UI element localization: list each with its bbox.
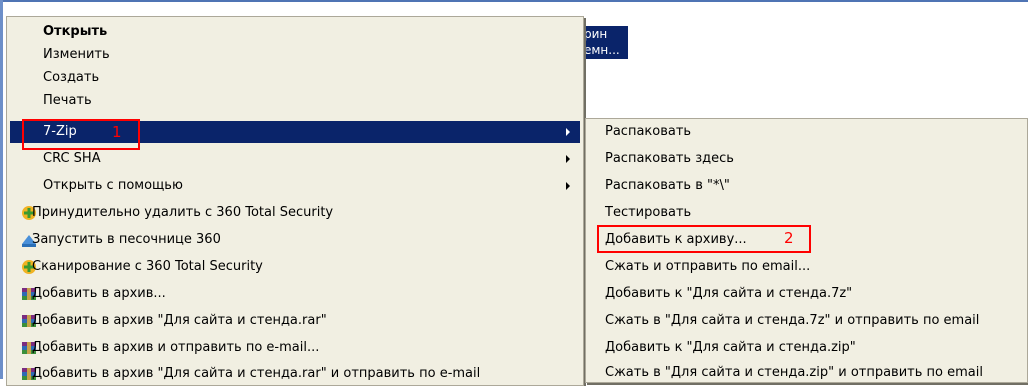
- submenu-arrow-icon: [566, 128, 570, 136]
- menu-item-label: Создать: [43, 70, 100, 85]
- window-top-border: [0, 0, 1028, 2]
- annotation-number-2: 2: [784, 229, 794, 247]
- menu-item-label: Сжать и отправить по email...: [605, 259, 811, 274]
- menu-item-label: Сканирование с 360 Total Security: [32, 259, 263, 274]
- menu-item-label: Распаковать: [605, 124, 692, 139]
- menu-item-label: Добавить в архив...: [32, 286, 166, 301]
- submenu-item-compress-email[interactable]: Сжать и отправить по email...: [589, 256, 1024, 278]
- submenu-item-extract-here[interactable]: Распаковать здесь: [589, 148, 1024, 170]
- menu-item-label: Сжать в "Для сайта и стенда.zip" и отпра…: [605, 365, 983, 380]
- submenu-arrow-icon: [566, 155, 570, 163]
- menu-item-label: Добавить в архив и отправить по e-mail..…: [32, 340, 320, 355]
- menu-item-open-with[interactable]: Открыть с помощью: [10, 175, 580, 197]
- menu-item-label: Распаковать здесь: [605, 151, 734, 166]
- menu-item-label: Открыть с помощью: [43, 178, 183, 193]
- submenu-item-compress-7z-email[interactable]: Сжать в "Для сайта и стенда.7z" и отправ…: [589, 310, 1024, 332]
- menu-item-label: Принудительно удалить с 360 Total Securi…: [32, 205, 334, 220]
- submenu-item-add-zip[interactable]: Добавить к "Для сайта и стенда.zip": [589, 337, 1024, 359]
- menu-item-360-scan[interactable]: Сканирование с 360 Total Security: [10, 256, 580, 278]
- menu-item-crc-sha[interactable]: CRC SHA: [10, 148, 580, 170]
- selected-file-text-1: рин: [584, 27, 608, 41]
- menu-item-label: Тестировать: [605, 205, 692, 220]
- annotation-number-1: 1: [112, 123, 122, 141]
- menu-item-label: Запустить в песочнице 360: [32, 232, 221, 247]
- menu-item-label: Распаковать в "*\": [605, 178, 730, 193]
- menu-item-rar-add-named-email[interactable]: Добавить в архив "Для сайта и стенда.rar…: [10, 363, 580, 385]
- menu-item-rar-add[interactable]: Добавить в архив...: [10, 283, 580, 305]
- submenu-item-test[interactable]: Тестировать: [589, 202, 1024, 224]
- submenu-item-add-7z[interactable]: Добавить к "Для сайта и стенда.7z": [589, 283, 1024, 305]
- submenu-item-extract-to[interactable]: Распаковать в "*\": [589, 175, 1024, 197]
- menu-item-label: Сжать в "Для сайта и стенда.7z" и отправ…: [605, 313, 980, 328]
- menu-item-open[interactable]: Открыть: [10, 21, 580, 43]
- annotation-box-1: [22, 119, 140, 150]
- menu-item-label: Изменить: [43, 47, 110, 62]
- menu-item-360-sandbox[interactable]: Запустить в песочнице 360: [10, 229, 580, 251]
- submenu-arrow-icon: [566, 182, 570, 190]
- menu-item-label: Печать: [43, 93, 92, 108]
- annotation-box-2: [597, 225, 811, 253]
- menu-item-rar-add-named[interactable]: Добавить в архив "Для сайта и стенда.rar…: [10, 310, 580, 332]
- context-menu: Открыть Изменить Создать Печать 7-Zip CR…: [6, 16, 584, 386]
- menu-item-label: Добавить в архив "Для сайта и стенда.rar…: [32, 366, 481, 381]
- menu-item-edit[interactable]: Изменить: [10, 44, 580, 66]
- menu-item-label: CRC SHA: [43, 151, 101, 166]
- menu-item-rar-add-email[interactable]: Добавить в архив и отправить по e-mail..…: [10, 337, 580, 359]
- menu-item-label: Открыть: [43, 24, 108, 39]
- menu-item-label: Добавить к "Для сайта и стенда.7z": [605, 286, 853, 301]
- menu-item-label: Добавить к "Для сайта и стенда.zip": [605, 340, 856, 355]
- submenu-item-compress-zip-email[interactable]: Сжать в "Для сайта и стенда.zip" и отпра…: [589, 362, 1024, 384]
- menu-item-360-force-delete[interactable]: Принудительно удалить с 360 Total Securi…: [10, 202, 580, 224]
- menu-item-print[interactable]: Печать: [10, 90, 580, 112]
- submenu-item-extract[interactable]: Распаковать: [589, 121, 1024, 143]
- menu-item-create[interactable]: Создать: [10, 67, 580, 89]
- menu-item-label: Добавить в архив "Для сайта и стенда.rar…: [32, 313, 327, 328]
- window-left-border: [0, 0, 3, 379]
- selected-file-text-2: емн...: [584, 43, 620, 57]
